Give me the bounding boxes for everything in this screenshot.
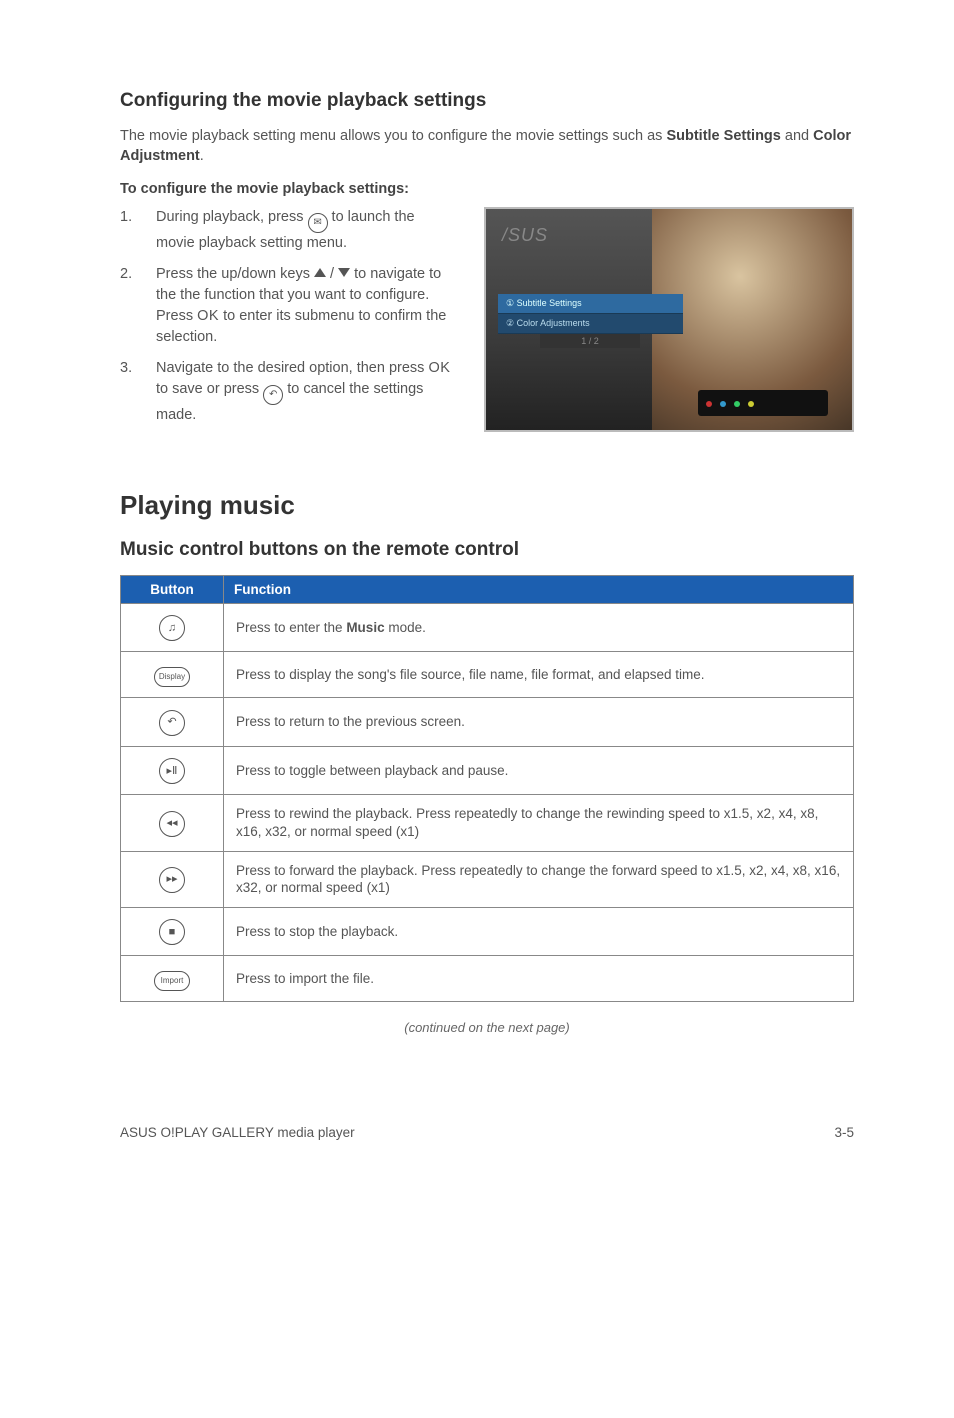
- footer-left: ASUS O!PLAY GALLERY media player: [120, 1125, 355, 1140]
- step-1: During playback, press ✉ to launch the m…: [120, 207, 456, 254]
- stop-icon: ■: [159, 919, 185, 945]
- th-function: Function: [224, 575, 854, 603]
- button-function-table: Button Function ♫ Press to enter the Mus…: [120, 575, 854, 1003]
- heading-playing-music: Playing music: [120, 490, 854, 521]
- row1-text: Press to display the song's file source,…: [224, 652, 854, 698]
- table-row: ▸Ⅱ Press to toggle between playback and …: [121, 746, 854, 795]
- settings-screenshot: /SUS ① Subtitle Settings ② Color Adjustm…: [484, 207, 854, 436]
- intro-paragraph: The movie playback setting menu allows y…: [120, 126, 854, 167]
- row0-bold: Music: [346, 620, 384, 635]
- heading-configure: Configuring the movie playback settings: [120, 90, 854, 112]
- ok-glyph-1: OK: [197, 308, 219, 324]
- row6-text: Press to stop the playback.: [224, 907, 854, 956]
- step-2: Press the up/down keys / to navigate to …: [120, 264, 456, 348]
- music-note-icon: ♫: [159, 615, 185, 641]
- row7-text: Press to import the file.: [224, 956, 854, 1002]
- table-row: ■ Press to stop the playback.: [121, 907, 854, 956]
- mock-progress-bar: [698, 390, 828, 416]
- continued-note: (continued on the next page): [120, 1020, 854, 1035]
- step-2-slash: /: [326, 266, 338, 282]
- step-1a: During playback, press: [156, 209, 308, 225]
- steps-list: During playback, press ✉ to launch the m…: [120, 207, 456, 426]
- envelope-icon: ✉: [308, 213, 328, 233]
- table-row: ♫ Press to enter the Music mode.: [121, 603, 854, 652]
- footer-right: 3-5: [834, 1125, 854, 1140]
- th-button: Button: [121, 575, 224, 603]
- table-row: ▸▸ Press to forward the playback. Press …: [121, 851, 854, 907]
- table-row: ↶ Press to return to the previous screen…: [121, 698, 854, 747]
- mock-row-color: ② Color Adjustments: [498, 314, 683, 334]
- row0-post: mode.: [385, 620, 426, 635]
- step-3b: to save or press: [156, 381, 263, 397]
- step-3a: Navigate to the desired option, then pre…: [156, 360, 428, 376]
- intro-post: .: [200, 148, 204, 164]
- row5-text: Press to forward the playback. Press rep…: [224, 851, 854, 907]
- table-row: Import Press to import the file.: [121, 956, 854, 1002]
- triangle-up-icon: [314, 268, 326, 277]
- rewind-icon: ◂◂: [159, 811, 185, 837]
- table-row: ◂◂ Press to rewind the playback. Press r…: [121, 795, 854, 851]
- triangle-down-icon: [338, 268, 350, 277]
- subhead-configure: To configure the movie playback settings…: [120, 181, 854, 197]
- intro-pre: The movie playback setting menu allows y…: [120, 128, 666, 144]
- row2-text: Press to return to the previous screen.: [224, 698, 854, 747]
- step-3: Navigate to the desired option, then pre…: [120, 358, 456, 426]
- mock-page-indicator: 1 / 2: [540, 334, 640, 348]
- mock-row-subtitle: ① Subtitle Settings: [498, 294, 683, 314]
- page-footer: ASUS O!PLAY GALLERY media player 3-5: [120, 1105, 854, 1140]
- table-row: Display Press to display the song's file…: [121, 652, 854, 698]
- forward-icon: ▸▸: [159, 867, 185, 893]
- ok-glyph-2: OK: [428, 360, 450, 376]
- row0-pre: Press to enter the: [236, 620, 346, 635]
- row3-text: Press to toggle between playback and pau…: [224, 746, 854, 795]
- mock-logo: /SUS: [502, 225, 548, 246]
- back-icon: ↶: [263, 385, 283, 405]
- row4-text: Press to rewind the playback. Press repe…: [224, 795, 854, 851]
- intro-and: and: [781, 128, 813, 144]
- display-button-icon: Display: [154, 667, 190, 687]
- play-pause-icon: ▸Ⅱ: [159, 758, 185, 784]
- back-icon: ↶: [159, 710, 185, 736]
- intro-b1: Subtitle Settings: [666, 128, 780, 144]
- step-2a: Press the up/down keys: [156, 266, 314, 282]
- heading-music-controls: Music control buttons on the remote cont…: [120, 539, 854, 561]
- import-button-icon: Import: [154, 971, 190, 991]
